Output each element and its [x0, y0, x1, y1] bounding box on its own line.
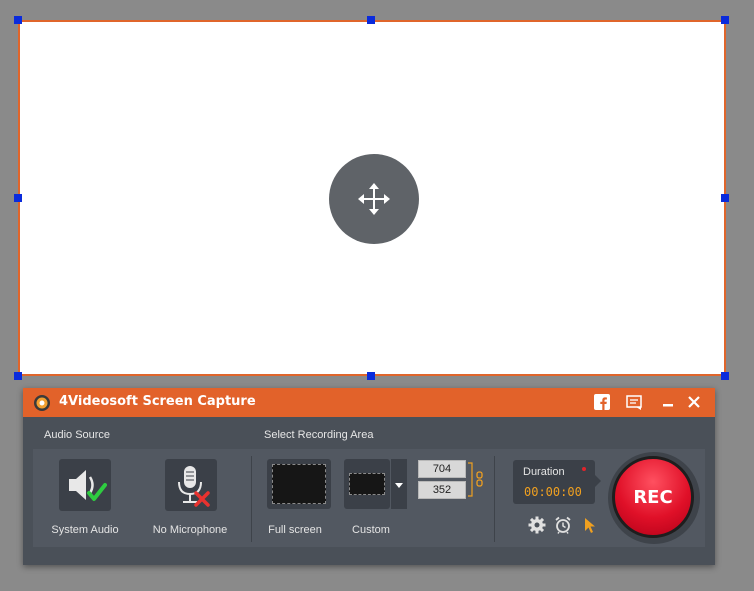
recording-area-selection[interactable]	[18, 20, 726, 376]
gear-icon[interactable]	[528, 516, 546, 534]
resize-handle-left[interactable]	[14, 194, 22, 202]
resize-handle-bottom[interactable]	[367, 372, 375, 380]
alarm-clock-icon[interactable]	[554, 516, 572, 534]
microphone-icon	[178, 466, 210, 507]
system-audio-button[interactable]	[59, 459, 111, 511]
duration-display: Duration 00:00:00	[513, 460, 595, 504]
resize-handle-bottom-left[interactable]	[14, 372, 22, 380]
height-input[interactable]: 352	[418, 481, 466, 499]
recording-indicator-dot	[582, 467, 586, 471]
facebook-icon[interactable]	[594, 394, 610, 410]
resize-handle-top[interactable]	[367, 16, 375, 24]
custom-area-preview	[349, 473, 385, 495]
resize-handle-top-left[interactable]	[14, 16, 22, 24]
custom-area-label: Custom	[352, 524, 390, 536]
screen-capture-stage: 4Videosoft Screen Capture Audio Source S…	[0, 0, 754, 591]
duration-label: Duration	[523, 466, 565, 478]
recording-area-label: Select Recording Area	[264, 429, 374, 441]
full-screen-button[interactable]	[267, 459, 331, 509]
move-area-button[interactable]	[329, 154, 419, 244]
cursor-icon[interactable]	[581, 516, 599, 534]
full-screen-label: Full screen	[268, 524, 322, 536]
disabled-x-icon	[194, 491, 210, 507]
full-screen-preview	[272, 464, 326, 504]
app-title: 4Videosoft Screen Capture	[59, 394, 256, 409]
resize-handle-right[interactable]	[721, 194, 729, 202]
minimize-icon[interactable]	[660, 394, 676, 410]
duration-time: 00:00:00	[524, 485, 582, 499]
custom-area-dropdown[interactable]	[391, 459, 407, 509]
move-arrows-icon	[358, 183, 390, 215]
dropdown-arrow-icon	[395, 483, 403, 488]
divider	[251, 456, 252, 542]
aspect-lock-icon[interactable]	[467, 460, 487, 500]
close-icon[interactable]	[686, 394, 702, 410]
system-audio-label: System Audio	[51, 524, 119, 536]
microphone-label: No Microphone	[152, 524, 228, 536]
resize-handle-bottom-right[interactable]	[721, 372, 729, 380]
custom-area-button[interactable]	[344, 459, 390, 509]
divider	[494, 456, 495, 542]
duration-pointer	[595, 475, 601, 487]
width-input[interactable]: 704	[418, 460, 466, 478]
speaker-icon	[69, 470, 107, 501]
title-bar[interactable]: 4Videosoft Screen Capture	[23, 388, 715, 417]
app-logo-icon	[34, 395, 50, 411]
rec-button[interactable]: REC	[612, 456, 694, 538]
audio-source-label: Audio Source	[44, 429, 111, 441]
microphone-button[interactable]	[165, 459, 217, 511]
feedback-icon[interactable]	[626, 394, 642, 410]
resize-handle-top-right[interactable]	[721, 16, 729, 24]
